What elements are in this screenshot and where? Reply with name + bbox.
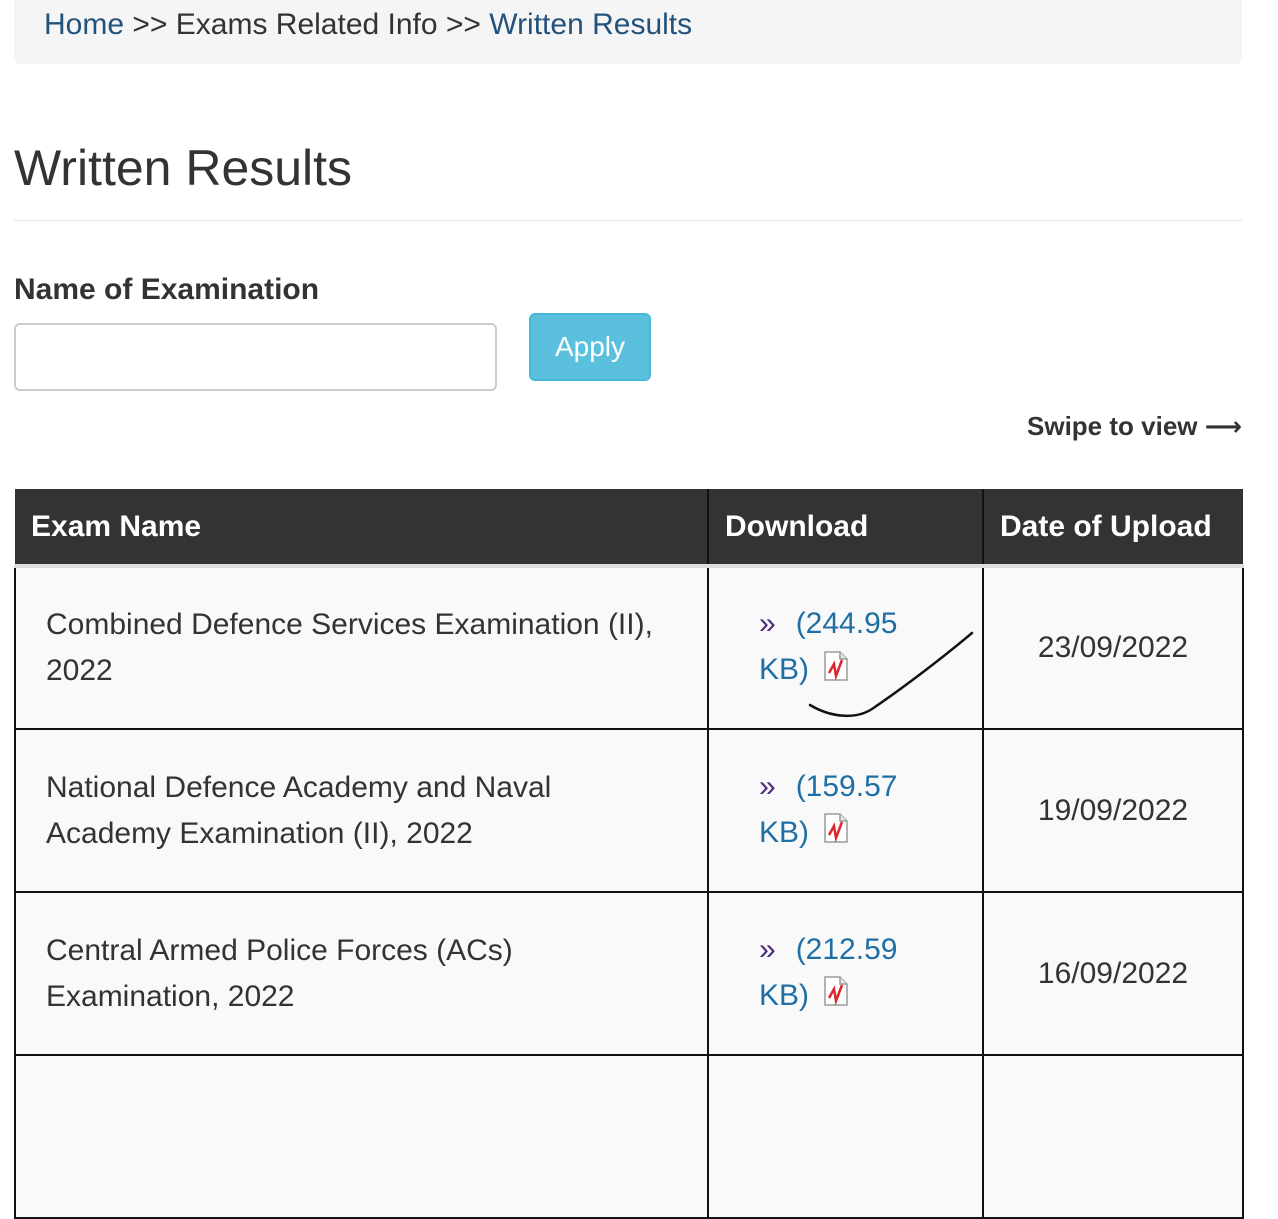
download-cell: » (244.95 KB) bbox=[707, 565, 984, 730]
file-size-text: KB) bbox=[759, 653, 810, 687]
file-size-text: (244.95 bbox=[795, 607, 898, 641]
breadcrumb-home-link[interactable]: Home bbox=[44, 8, 124, 41]
exam-name-cell: Central Armed Police Forces (ACs) Examin… bbox=[14, 891, 709, 1056]
file-size-text: (212.59 bbox=[795, 932, 898, 966]
exam-name-cell: National Defence Academy and Naval Acade… bbox=[14, 728, 709, 893]
title-divider bbox=[14, 220, 1242, 221]
upload-date-cell: 19/09/2022 bbox=[982, 728, 1244, 893]
upload-date-cell bbox=[982, 1054, 1244, 1219]
exam-name-cell bbox=[14, 1054, 709, 1219]
pdf-file-icon[interactable] bbox=[823, 811, 849, 857]
breadcrumb-separator: >> bbox=[445, 8, 481, 41]
breadcrumb-current-link[interactable]: Written Results bbox=[489, 8, 692, 41]
exam-name-text: Combined Defence Services Examination (I… bbox=[46, 608, 653, 641]
column-header-exam-name: Exam Name bbox=[15, 489, 709, 568]
table-row: Central Armed Police Forces (ACs) Examin… bbox=[14, 891, 1244, 1056]
file-size-text: KB) bbox=[759, 978, 810, 1012]
exam-name-label: Name of Examination bbox=[14, 273, 320, 306]
table-header-row: Exam Name Download Date of Upload bbox=[15, 489, 1243, 568]
exam-name-text: Central Armed Police Forces (ACs) bbox=[46, 933, 513, 967]
pdf-file-icon[interactable] bbox=[823, 974, 849, 1020]
exam-name-cell: Combined Defence Services Examination (I… bbox=[14, 565, 709, 730]
table-row: National Defence Academy and Naval Acade… bbox=[14, 728, 1244, 893]
download-cell: » (212.59 KB) bbox=[707, 891, 984, 1056]
file-size-text: (159.57 bbox=[795, 769, 898, 803]
raquo-marker: » bbox=[759, 769, 776, 803]
exam-name-text: Academy Examination (II), 2022 bbox=[46, 816, 473, 850]
column-header-date-of-upload: Date of Upload bbox=[983, 489, 1243, 568]
raquo-marker: » bbox=[759, 932, 776, 966]
upload-date-cell: 16/09/2022 bbox=[982, 891, 1244, 1056]
apply-button[interactable]: Apply bbox=[529, 313, 651, 381]
breadcrumb-separator: >> bbox=[132, 8, 168, 41]
upload-date-cell: 23/09/2022 bbox=[982, 565, 1244, 730]
download-cell bbox=[707, 1054, 984, 1219]
raquo-marker: » bbox=[759, 607, 776, 641]
exam-name-text: Examination, 2022 bbox=[46, 979, 295, 1013]
exam-name-text: National Defence Academy and Naval bbox=[46, 770, 552, 804]
download-cell: » (159.57 KB) bbox=[707, 728, 984, 893]
file-size-text: KB) bbox=[759, 815, 810, 849]
breadcrumb: Home >> Exams Related Info >> Written Re… bbox=[14, 0, 1242, 64]
table-row bbox=[14, 1054, 1244, 1219]
breadcrumb-exams-info: Exams Related Info bbox=[175, 8, 438, 41]
page-title: Written Results bbox=[14, 140, 353, 196]
exam-name-text: 2022 bbox=[46, 654, 113, 687]
written-results-table: Exam Name Download Date of Upload Combin… bbox=[14, 489, 1244, 1219]
column-header-download: Download bbox=[708, 489, 984, 568]
swipe-to-view-hint: Swipe to view ⟶ bbox=[1027, 411, 1242, 441]
exam-name-input[interactable] bbox=[14, 323, 497, 391]
table-row: Combined Defence Services Examination (I… bbox=[14, 565, 1244, 730]
pdf-file-icon[interactable] bbox=[823, 649, 849, 695]
